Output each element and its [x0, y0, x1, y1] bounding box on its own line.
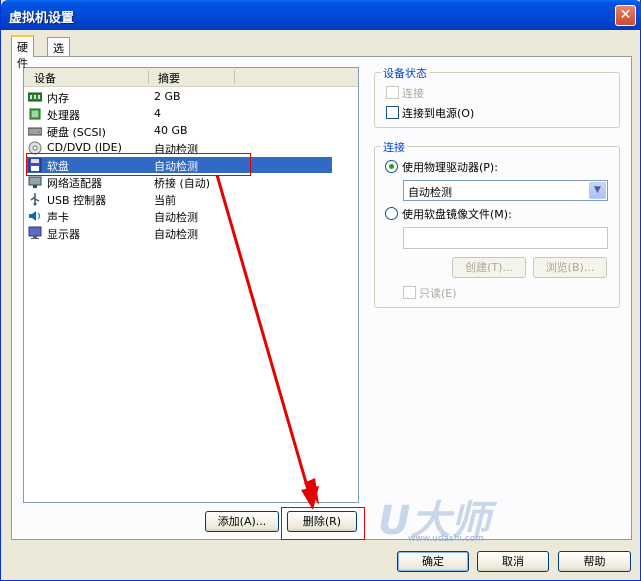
tab-options[interactable]: 选项 [47, 37, 70, 71]
device-row-harddisk[interactable]: 硬盘 (SCSI) 40 GB [26, 123, 332, 139]
chevron-down-icon[interactable]: ▼ [589, 182, 606, 199]
memory-icon [28, 92, 42, 102]
readonly-checkbox[interactable] [403, 286, 416, 299]
device-summary: 当前 [154, 194, 176, 207]
sound-card-icon [29, 211, 40, 221]
title-bar[interactable]: 虚拟机设置 ✕ [1, 0, 641, 30]
device-summary: 自动检测 [154, 228, 198, 241]
connection-title: 连接 [381, 139, 407, 155]
annotation-highlight-remove [281, 507, 365, 540]
device-row-memory[interactable]: 内存 2 GB [26, 89, 332, 105]
network-adapter-icon [28, 176, 42, 188]
device-summary: 自动检测 [154, 211, 198, 224]
usb-icon [30, 193, 40, 206]
device-row-sound[interactable]: 声卡 自动检测 [26, 208, 332, 224]
create-button[interactable]: 创建(T)... [452, 257, 526, 278]
close-icon: ✕ [619, 7, 632, 23]
device-row-network[interactable]: 网络适配器 桥接 (自动) [26, 174, 332, 190]
column-device[interactable]: 设备 [34, 70, 56, 86]
device-summary: 2 GB [154, 90, 181, 103]
cancel-button[interactable]: 取消 [477, 551, 549, 572]
use-image-file-label: 使用软盘镜像文件(M): [402, 208, 512, 221]
physical-drive-select[interactable]: 自动检测 ▼ [403, 180, 608, 201]
connect-on-power-checkbox[interactable] [386, 106, 399, 119]
device-name: USB 控制器 [47, 194, 107, 207]
device-name: 内存 [47, 92, 69, 105]
device-row-processor[interactable]: 处理器 4 [26, 106, 332, 122]
device-summary: 40 GB [154, 124, 188, 137]
device-name: 网络适配器 [47, 177, 102, 190]
use-physical-drive-label: 使用物理驱动器(P): [402, 161, 498, 174]
device-list[interactable]: 设备 摘要 内存 2 GB 处理器 4 硬盘 (SCSI) 40 GB CD/D… [23, 67, 359, 503]
annotation-highlight-floppy [26, 153, 251, 176]
help-button[interactable]: 帮助 [558, 551, 631, 572]
device-summary: 4 [154, 107, 161, 120]
radio-selected-dot [389, 164, 394, 169]
column-separator[interactable] [234, 70, 235, 84]
ok-button[interactable]: 确定 [397, 551, 469, 572]
connected-checkbox[interactable] [386, 86, 399, 99]
add-button[interactable]: 添加(A)... [205, 511, 279, 532]
connected-label: 连接 [402, 87, 424, 100]
tab-hardware-label: 硬件 [17, 41, 28, 70]
use-physical-drive-radio[interactable] [385, 160, 398, 173]
window-title: 虚拟机设置 [9, 11, 75, 26]
device-row-display[interactable]: 显示器 自动检测 [26, 225, 332, 241]
device-name: 声卡 [47, 211, 69, 224]
vm-settings-window: 虚拟机设置 ✕ 硬件 选项 设备 摘要 内存 2 GB 处理器 4 硬盘 (SC… [0, 0, 641, 581]
readonly-label: 只读(E) [419, 287, 457, 300]
watermark-url: www.udashi.com [408, 534, 485, 544]
use-image-file-radio[interactable] [385, 207, 398, 220]
harddisk-icon [28, 127, 42, 136]
device-status-title: 设备状态 [381, 65, 429, 81]
monitor-icon [28, 226, 42, 239]
device-summary: 桥接 (自动) [154, 177, 211, 190]
device-list-header: 设备 摘要 [24, 68, 358, 87]
device-name: 显示器 [47, 228, 80, 241]
image-file-path-input[interactable] [403, 227, 608, 249]
device-name: 处理器 [47, 109, 80, 122]
processor-icon [29, 108, 41, 120]
physical-drive-value: 自动检测 [408, 186, 452, 199]
tab-hardware[interactable]: 硬件 [11, 35, 34, 70]
browse-button[interactable]: 浏览(B)... [533, 257, 607, 278]
connect-on-power-label: 连接到电源(O) [402, 107, 475, 120]
device-name: 硬盘 (SCSI) [47, 126, 106, 139]
column-summary[interactable]: 摘要 [158, 70, 180, 86]
device-row-usb[interactable]: USB 控制器 当前 [26, 191, 332, 207]
column-separator[interactable] [148, 70, 149, 84]
close-button[interactable]: ✕ [615, 5, 636, 26]
